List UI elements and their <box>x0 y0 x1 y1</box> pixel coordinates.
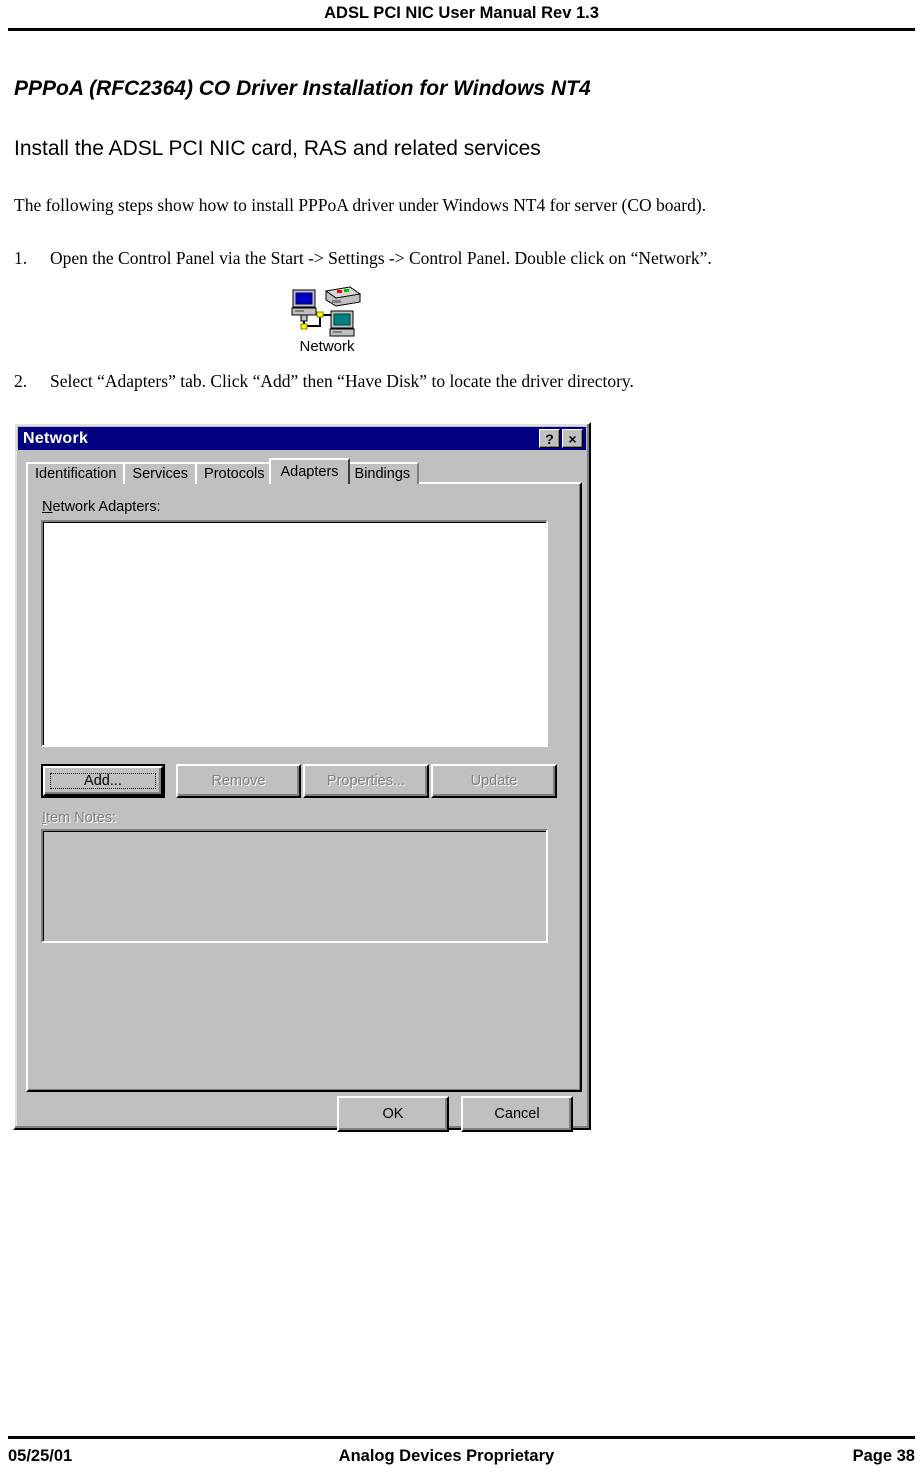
page-header-title: ADSL PCI NIC User Manual Rev 1.3 <box>324 4 599 22</box>
item-notes-label: Item Notes: <box>42 811 116 826</box>
footer-page-number: Page 38 <box>852 1447 915 1465</box>
network-computers-icon <box>290 281 364 337</box>
network-adapters-listbox[interactable] <box>41 520 548 747</box>
network-dialog: Network ? × Identification Services Prot… <box>13 422 591 1132</box>
list-item-text: Open the Control Panel via the Start -> … <box>50 248 712 269</box>
network-adapters-label-accel: N <box>42 499 53 515</box>
tab-services[interactable]: Services <box>123 462 198 484</box>
update-button[interactable]: Update <box>431 764 557 798</box>
tab-protocols[interactable]: Protocols <box>195 462 274 484</box>
network-icon-label: Network <box>299 338 355 355</box>
remove-button[interactable]: Remove <box>176 764 301 798</box>
list-item: 2. Select “Adapters” tab. Click “Add” th… <box>14 371 909 393</box>
network-adapters-label-rest: etwork Adapters: <box>52 499 161 515</box>
dialog-title: Network <box>23 429 89 447</box>
list-item-number: 1. <box>14 248 28 269</box>
page-header-divider <box>8 28 915 31</box>
add-button[interactable]: Add... <box>41 764 165 798</box>
tab-adapters[interactable]: Adapters <box>269 458 350 484</box>
list-item-number: 2. <box>14 371 28 391</box>
intro-paragraph: The following steps show how to install … <box>14 195 707 216</box>
section-heading-secondary: Install the ADSL PCI NIC card, RAS and r… <box>14 137 541 161</box>
list-item: 1. Open the Control Panel via the Start … <box>14 217 909 270</box>
ok-button[interactable]: OK <box>337 1096 449 1132</box>
dialog-titlebar[interactable]: Network ? × <box>18 427 586 450</box>
tab-bindings[interactable]: Bindings <box>345 462 420 484</box>
cancel-button[interactable]: Cancel <box>461 1096 573 1132</box>
close-icon[interactable]: × <box>562 429 583 448</box>
adapters-tab-panel: Network Adapters: Add... Remove Properti… <box>26 482 582 1092</box>
footer-center-text: Analog Devices Proprietary <box>338 1447 555 1465</box>
network-adapters-label: Network Adapters: <box>42 500 160 515</box>
add-button-label: Add... <box>50 773 156 789</box>
properties-button[interactable]: Properties... <box>303 764 429 798</box>
section-heading-primary: PPPoA (RFC2364) CO Driver Installation f… <box>14 77 591 100</box>
item-notes-box[interactable] <box>41 829 548 943</box>
page-header: ADSL PCI NIC User Manual Rev 1.3 <box>0 0 923 31</box>
network-control-panel-icon[interactable]: Network <box>282 281 372 354</box>
help-icon[interactable]: ? <box>539 429 560 448</box>
footer-date: 05/25/01 <box>8 1447 73 1465</box>
tab-identification[interactable]: Identification <box>26 462 126 484</box>
item-notes-label-rest: tem Notes: <box>46 810 117 826</box>
page-footer: 05/25/01 Analog Devices Proprietary Page… <box>8 1436 915 1466</box>
document-content: PPPoA (RFC2364) CO Driver Installation f… <box>14 62 909 270</box>
list-item-text: Select “Adapters” tab. Click “Add” then … <box>50 371 634 391</box>
dialog-tabstrip: Identification Services Protocols Adapte… <box>26 458 582 484</box>
